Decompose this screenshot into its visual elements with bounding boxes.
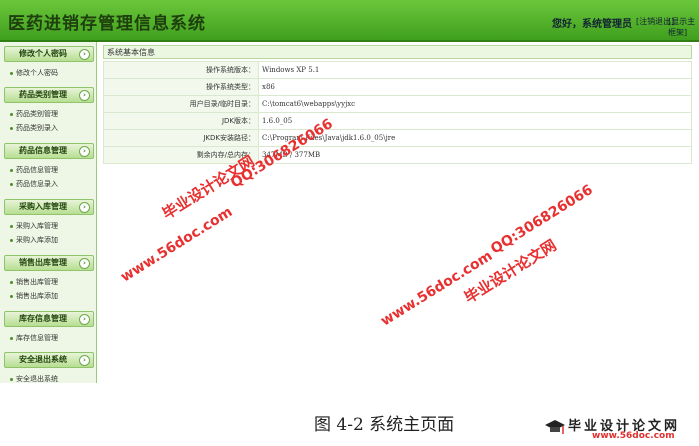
table-row: JKDK安装路径： C:\Program Files\Java\jdk1.6.0… <box>103 129 692 147</box>
app-header: 医药进销存管理信息系统 您好， 系统管理员 [注销退出] [显示主框架] <box>0 0 699 42</box>
sidebar-section-drug-info[interactable]: 药品信息管理 › <box>4 143 94 159</box>
nav-link-label: 药品类别管理 <box>16 110 58 118</box>
app-window: 医药进销存管理信息系统 您好， 系统管理员 [注销退出] [显示主框架] 修改个… <box>0 0 699 383</box>
nav-link-label: 采购入库管理 <box>16 222 58 230</box>
bullet-icon <box>10 377 13 381</box>
footer-url: www.56doc.com <box>592 431 675 441</box>
nav-link-label: 销售出库添加 <box>16 292 58 300</box>
chevron-icon: › <box>79 258 90 269</box>
bullet-icon <box>10 112 13 116</box>
chevron-icon: › <box>79 202 90 213</box>
sidebar-item-change-password[interactable]: 修改个人密码 <box>10 68 58 78</box>
section-title: 采购入库管理 <box>19 202 67 211</box>
mortarboard-icon <box>545 420 565 434</box>
table-row: 剩余内存/总内存： 347MB / 377MB <box>103 146 692 164</box>
bullet-icon <box>10 294 13 298</box>
bullet-icon <box>10 126 13 130</box>
row-label: 操作系统类型： <box>103 78 259 96</box>
bullet-icon <box>10 224 13 228</box>
sidebar-section-exit[interactable]: 安全退出系统 › <box>4 352 94 368</box>
sidebar-item-drug-category-manage[interactable]: 药品类别管理 <box>10 109 58 119</box>
row-label: 用户目录/临时目录： <box>103 95 259 113</box>
sidebar-item-drug-info-manage[interactable]: 药品信息管理 <box>10 165 58 175</box>
row-label: JDK版本： <box>103 112 259 130</box>
nav-link-label: 药品信息管理 <box>16 166 58 174</box>
row-label: 操作系统版本： <box>103 61 259 79</box>
row-value: Windows XP 5.1 <box>258 61 692 79</box>
sidebar-item-stock-manage[interactable]: 库存信息管理 <box>10 333 58 343</box>
row-label: JKDK安装路径： <box>103 129 259 147</box>
greeting-text: 您好， <box>552 19 582 30</box>
nav-link-label: 库存信息管理 <box>16 334 58 342</box>
bullet-icon <box>10 238 13 242</box>
app-title: 医药进销存管理信息系统 <box>8 14 206 34</box>
section-title: 安全退出系统 <box>19 355 67 364</box>
sidebar-item-sales-manage[interactable]: 销售出库管理 <box>10 277 58 287</box>
table-row: JDK版本： 1.6.0_05 <box>103 112 692 130</box>
row-value: 347MB / 377MB <box>258 146 692 164</box>
nav-link-label: 药品类别录入 <box>16 124 58 132</box>
sidebar-item-drug-category-add[interactable]: 药品类别录入 <box>10 123 58 133</box>
sidebar-section-sales[interactable]: 销售出库管理 › <box>4 255 94 271</box>
nav-link-label: 药品信息录入 <box>16 180 58 188</box>
chevron-icon: › <box>79 355 90 366</box>
section-title: 销售出库管理 <box>19 258 67 267</box>
figure-caption: 图 4-2 系统主页面 <box>314 415 455 435</box>
table-row: 操作系统类型： x86 <box>103 78 692 96</box>
chevron-icon: › <box>79 90 90 101</box>
nav-link-label: 销售出库管理 <box>16 278 58 286</box>
table-row: 操作系统版本： Windows XP 5.1 <box>103 61 692 79</box>
user-role: 系统管理员 <box>582 19 632 30</box>
sidebar-section-drug-category[interactable]: 药品类别管理 › <box>4 87 94 103</box>
sidebar-item-exit[interactable]: 安全退出系统 <box>10 374 58 383</box>
section-title: 库存信息管理 <box>19 314 67 323</box>
row-value: x86 <box>258 78 692 96</box>
panel-title: 系统基本信息 <box>103 45 692 59</box>
nav-link-label: 安全退出系统 <box>16 375 58 383</box>
section-title: 药品信息管理 <box>19 146 67 155</box>
sidebar-item-purchase-manage[interactable]: 采购入库管理 <box>10 221 58 231</box>
sidebar-item-drug-info-add[interactable]: 药品信息录入 <box>10 179 58 189</box>
sidebar-section-purchase[interactable]: 采购入库管理 › <box>4 199 94 215</box>
system-info-table: 操作系统版本： Windows XP 5.1 操作系统类型： x86 用户目录/… <box>103 61 692 164</box>
bullet-icon <box>10 280 13 284</box>
sidebar-nav: 修改个人密码 › 修改个人密码 药品类别管理 › 药品类别管理 药品类别录入 药… <box>0 42 97 383</box>
sidebar-item-sales-add[interactable]: 销售出库添加 <box>10 291 58 301</box>
table-row: 用户目录/临时目录： C:\tomcat6\webapps\yyjxc <box>103 95 692 113</box>
bullet-icon <box>10 336 13 340</box>
main-content: 系统基本信息 操作系统版本： Windows XP 5.1 操作系统类型： x8… <box>103 45 692 381</box>
section-title: 药品类别管理 <box>19 90 67 99</box>
sidebar-item-purchase-add[interactable]: 采购入库添加 <box>10 235 58 245</box>
row-value: C:\tomcat6\webapps\yyjxc <box>258 95 692 113</box>
footer-logo: 毕业设计论文网 www.56doc.com <box>536 415 696 443</box>
chevron-icon: › <box>79 314 90 325</box>
chevron-icon: › <box>79 49 90 60</box>
bullet-icon <box>10 168 13 172</box>
nav-link-label: 采购入库添加 <box>16 236 58 244</box>
sidebar-section-stock[interactable]: 库存信息管理 › <box>4 311 94 327</box>
sidebar-section-password[interactable]: 修改个人密码 › <box>4 46 94 62</box>
bullet-icon <box>10 182 13 186</box>
chevron-icon: › <box>79 146 90 157</box>
nav-link-label: 修改个人密码 <box>16 69 58 77</box>
show-main-frame-link[interactable]: [显示主框架] <box>668 16 699 38</box>
section-title: 修改个人密码 <box>19 49 67 58</box>
bullet-icon <box>10 71 13 75</box>
